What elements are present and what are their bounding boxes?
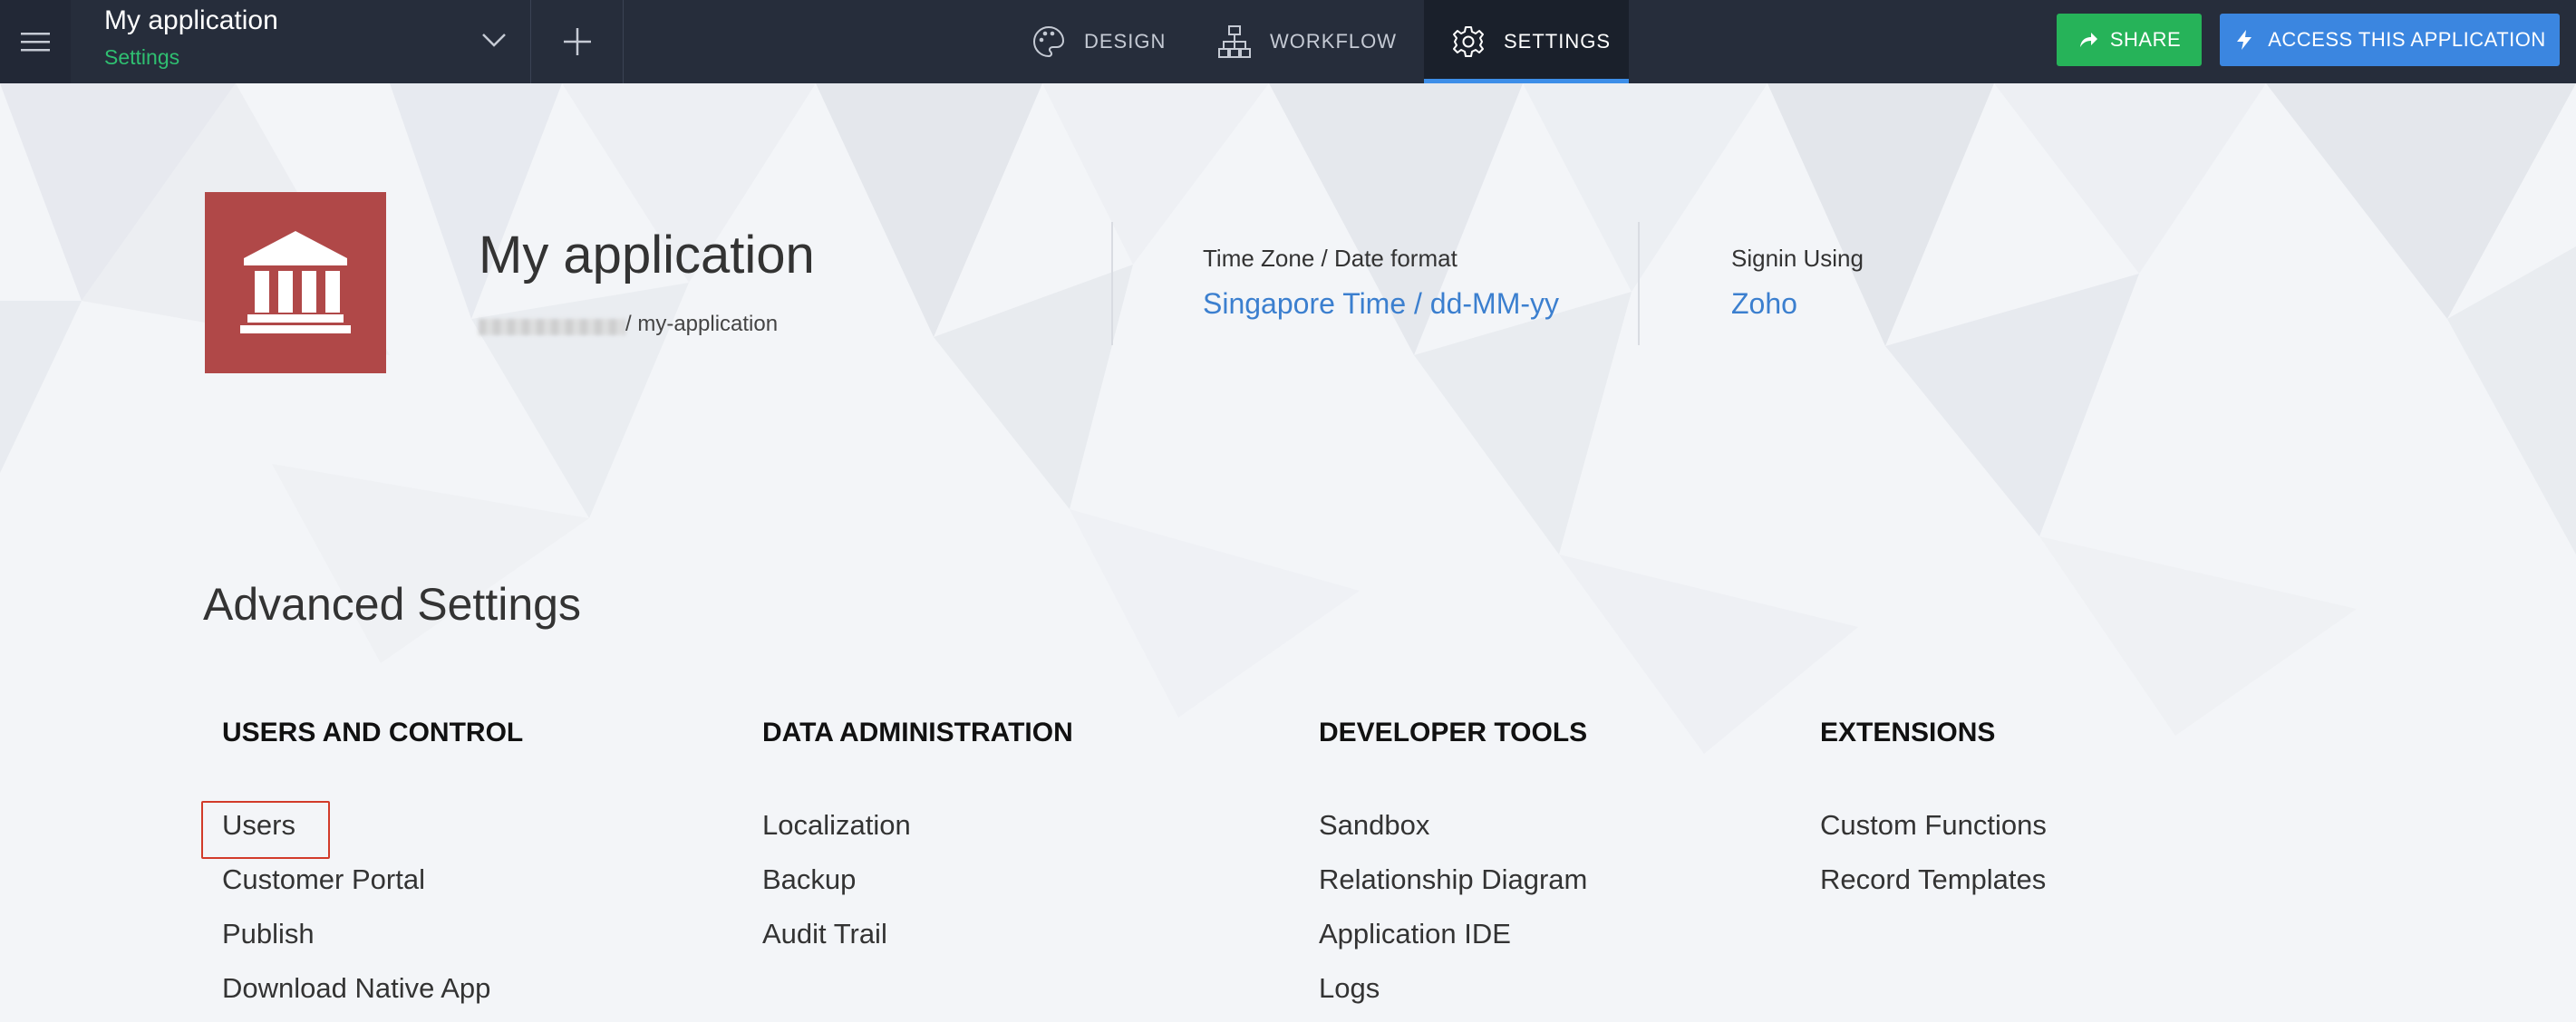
timezone-value-link[interactable]: Singapore Time / dd-MM-yy [1203,287,1559,321]
link-audit-trail[interactable]: Audit Trail [762,918,887,950]
section-heading-data-administration: DATA ADMINISTRATION [762,718,1073,747]
workflow-icon [1218,25,1251,58]
link-sandbox[interactable]: Sandbox [1319,809,1429,842]
advanced-settings-title: Advanced Settings [203,579,581,630]
link-users[interactable]: Users [222,809,295,842]
lightning-icon [2237,30,2252,50]
link-download-native-app[interactable]: Download Native App [222,972,490,1005]
section-heading-developer-tools: DEVELOPER TOOLS [1319,718,1588,747]
access-label: ACCESS THIS APPLICATION [2268,28,2546,51]
link-logs[interactable]: Logs [1319,972,1380,1005]
signin-label: Signin Using [1731,245,1864,272]
tab-settings[interactable]: SETTINGS [1424,0,1629,83]
section-heading-extensions: EXTENSIONS [1820,718,1996,747]
app-switcher[interactable]: My application Settings [71,0,531,83]
tab-design[interactable]: DESIGN [1031,0,1166,83]
app-section-label: Settings [104,45,180,69]
menu-button[interactable] [0,0,71,83]
plus-icon [564,28,591,55]
access-application-button[interactable]: ACCESS THIS APPLICATION [2220,14,2560,66]
tab-settings-label: SETTINGS [1504,30,1612,53]
section-heading-users-and-control: USERS AND CONTROL [222,718,524,747]
link-customer-portal[interactable]: Customer Portal [222,863,425,896]
signin-value-link[interactable]: Zoho [1731,287,1797,321]
bank-icon [240,231,351,333]
tab-workflow[interactable]: WORKFLOW [1217,0,1397,83]
hamburger-icon [21,33,50,52]
top-bar: My application Settings DESIGN WORKFLOW [0,0,2576,83]
chevron-down-icon[interactable] [478,24,510,56]
link-backup[interactable]: Backup [762,863,856,896]
divider [1111,222,1113,345]
link-relationship-diagram[interactable]: Relationship Diagram [1319,863,1587,896]
gear-icon [1453,26,1484,57]
tab-workflow-label: WORKFLOW [1270,30,1397,53]
app-logo[interactable] [205,192,386,373]
redacted-url-prefix [479,319,625,335]
app-name: My application [104,5,278,35]
divider [1638,222,1640,345]
share-arrow-icon [2079,33,2097,47]
link-localization[interactable]: Localization [762,809,911,842]
add-button[interactable] [532,0,624,83]
app-title: My application [479,226,815,284]
app-url-slug: / my-application [625,312,779,336]
link-publish[interactable]: Publish [222,918,315,950]
tab-design-label: DESIGN [1084,30,1167,53]
link-application-ide[interactable]: Application IDE [1319,918,1511,950]
link-record-templates[interactable]: Record Templates [1820,863,2046,896]
share-label: SHARE [2109,28,2182,51]
palette-icon [1033,25,1065,58]
link-custom-functions[interactable]: Custom Functions [1820,809,2047,842]
timezone-label: Time Zone / Date format [1203,245,1457,272]
share-button[interactable]: SHARE [2057,14,2202,66]
